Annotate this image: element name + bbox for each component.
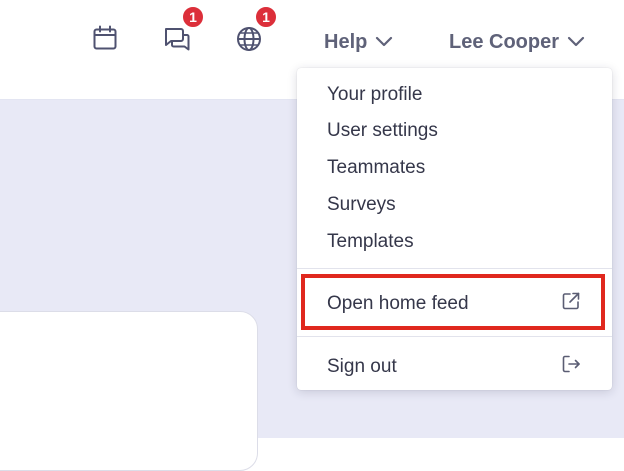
menu-item-surveys[interactable]: Surveys (327, 194, 396, 216)
help-menu-button[interactable]: Help (324, 28, 393, 56)
calendar-icon (93, 25, 117, 50)
chevron-down-icon (375, 36, 393, 48)
menu-item-sign-out[interactable]: Sign out (327, 356, 397, 378)
menu-item-templates[interactable]: Templates (327, 231, 414, 253)
menu-item-your-profile[interactable]: Your profile (327, 84, 422, 106)
globe-badge: 1 (254, 5, 278, 29)
chevron-down-icon (567, 36, 585, 48)
messages-badge: 1 (181, 5, 205, 29)
menu-item-open-home-feed[interactable]: Open home feed (327, 293, 469, 315)
menu-item-teammates[interactable]: Teammates (327, 157, 425, 179)
content-card (0, 311, 258, 471)
external-link-icon (560, 290, 582, 312)
menu-item-user-settings[interactable]: User settings (327, 120, 438, 142)
sign-out-icon (560, 353, 582, 375)
calendar-button[interactable] (89, 22, 121, 54)
help-label: Help (324, 30, 368, 53)
menu-divider (297, 268, 612, 269)
user-name: Lee Cooper (449, 30, 560, 53)
user-menu-dropdown: Your profile User settings Teammates Sur… (297, 68, 612, 390)
user-menu-button[interactable]: Lee Cooper (449, 28, 585, 56)
menu-divider (297, 336, 612, 337)
